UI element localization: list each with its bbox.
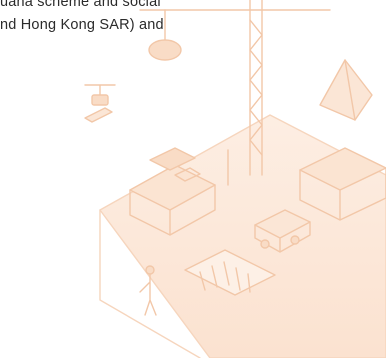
paragraph-line-partial: nd Hong Kong SAR) and — [0, 17, 164, 33]
paragraph-line-partial-top: uana scheme and social — [0, 0, 161, 10]
construction-illustration — [84, 0, 386, 358]
